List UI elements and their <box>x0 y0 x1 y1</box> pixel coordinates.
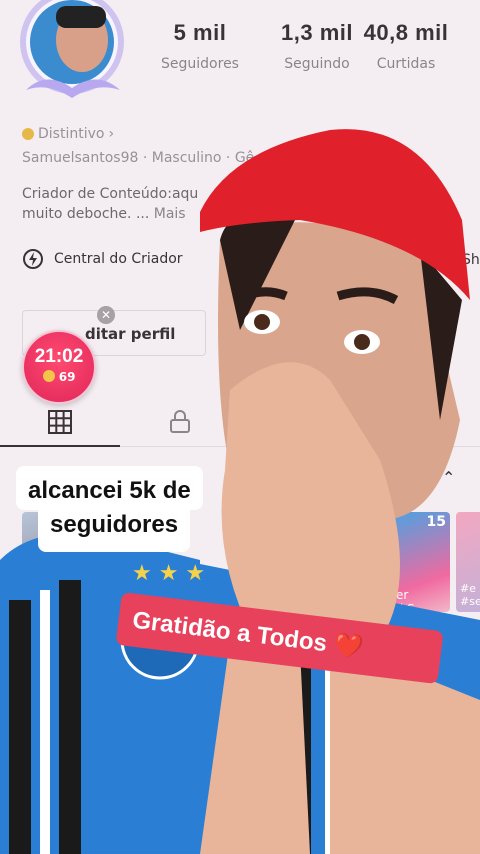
creator-video-overlay: ★ ★ ★ <box>0 129 480 854</box>
svg-text:★ ★ ★: ★ ★ ★ <box>132 561 205 586</box>
sticker-text-top-line2: seguidores <box>38 504 191 552</box>
